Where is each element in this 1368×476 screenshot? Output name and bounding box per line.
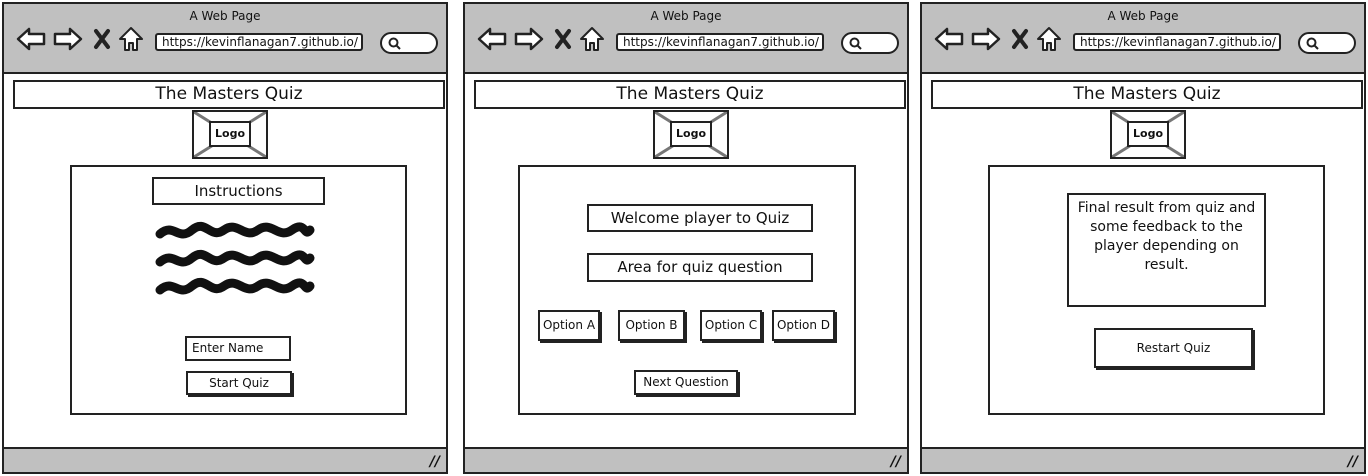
logo-label: Logo: [209, 121, 251, 147]
window-title: A Web Page: [650, 9, 722, 23]
window-title: A Web Page: [189, 9, 261, 23]
resize-grip-icon[interactable]: //: [430, 454, 440, 470]
forward-icon[interactable]: [53, 26, 83, 52]
browser-toolbar: A Web Page https://kevinflanagan7.github…: [4, 4, 446, 74]
wireframe-result-screen: A Web Page https://kevinflanagan7.github…: [920, 2, 1366, 474]
resize-grip-icon[interactable]: //: [891, 454, 901, 470]
option-c-button[interactable]: Option C: [700, 310, 762, 341]
site-header: The Masters Quiz: [931, 80, 1363, 109]
logo-placeholder: Logo: [1110, 110, 1186, 159]
status-bar: //: [4, 447, 446, 472]
welcome-message: Welcome player to Quiz: [587, 204, 813, 232]
search-field[interactable]: [380, 32, 438, 54]
status-bar: //: [465, 447, 907, 472]
home-icon[interactable]: [1036, 26, 1062, 52]
wireframe-question-screen: A Web Page https://kevinflanagan7.github…: [463, 2, 909, 474]
resize-grip-icon[interactable]: //: [1348, 454, 1358, 470]
search-field[interactable]: [841, 32, 899, 54]
forward-icon[interactable]: [514, 26, 544, 52]
next-question-button[interactable]: Next Question: [634, 370, 738, 395]
status-bar: //: [922, 447, 1364, 472]
logo-placeholder: Logo: [192, 110, 268, 159]
url-bar[interactable]: https://kevinflanagan7.github.io/: [155, 33, 363, 51]
back-icon[interactable]: [934, 26, 964, 52]
logo-label: Logo: [1127, 121, 1169, 147]
scribble-text-placeholder: [155, 221, 315, 295]
site-header: The Masters Quiz: [13, 80, 445, 109]
home-icon[interactable]: [579, 26, 605, 52]
search-field[interactable]: [1298, 32, 1356, 54]
start-quiz-button[interactable]: Start Quiz: [186, 371, 292, 395]
url-bar[interactable]: https://kevinflanagan7.github.io/: [616, 33, 824, 51]
stop-icon[interactable]: [1010, 26, 1030, 52]
back-icon[interactable]: [16, 26, 46, 52]
site-header: The Masters Quiz: [474, 80, 906, 109]
option-a-button[interactable]: Option A: [538, 310, 600, 341]
url-bar[interactable]: https://kevinflanagan7.github.io/: [1073, 33, 1281, 51]
window-title: A Web Page: [1107, 9, 1179, 23]
instructions-heading: Instructions: [152, 177, 325, 205]
browser-toolbar: A Web Page https://kevinflanagan7.github…: [465, 4, 907, 74]
option-b-button[interactable]: Option B: [618, 310, 685, 341]
home-icon[interactable]: [118, 26, 144, 52]
logo-label: Logo: [670, 121, 712, 147]
final-result-area: Final result from quiz and some feedback…: [1067, 193, 1266, 307]
search-icon: [388, 37, 401, 50]
option-d-button[interactable]: Option D: [772, 310, 835, 341]
logo-placeholder: Logo: [653, 110, 729, 159]
search-icon: [1306, 37, 1319, 50]
quiz-question-area: Area for quiz question: [587, 253, 813, 282]
browser-toolbar: A Web Page https://kevinflanagan7.github…: [922, 4, 1364, 74]
forward-icon[interactable]: [971, 26, 1001, 52]
wireframe-start-screen: A Web Page https://kevinflanagan7.github…: [2, 2, 448, 474]
stop-icon[interactable]: [92, 26, 112, 52]
stop-icon[interactable]: [553, 26, 573, 52]
search-icon: [849, 37, 862, 50]
restart-quiz-button[interactable]: Restart Quiz: [1094, 328, 1253, 368]
back-icon[interactable]: [477, 26, 507, 52]
name-input[interactable]: Enter Name: [185, 336, 291, 361]
